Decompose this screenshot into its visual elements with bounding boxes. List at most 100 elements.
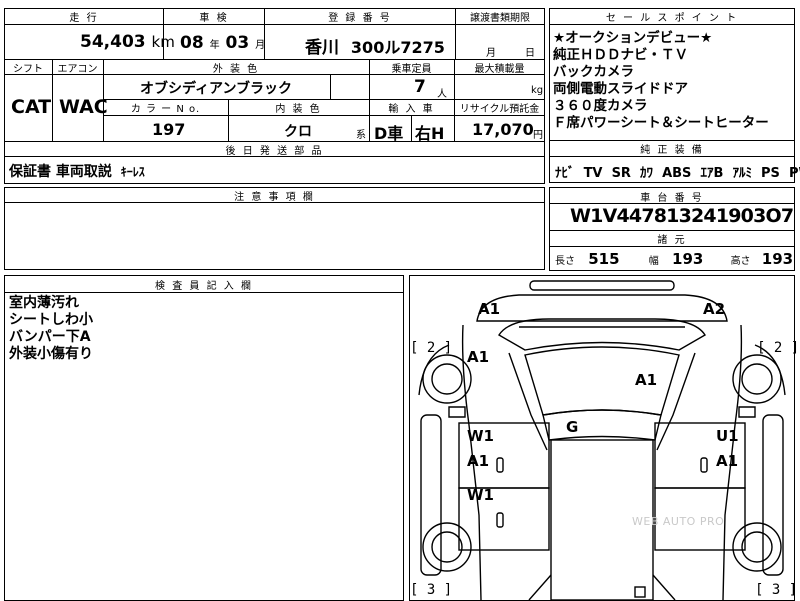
import-label: 輸 入 車 [388, 104, 435, 115]
capacity-unit: 人 [437, 89, 447, 100]
genuine-item: TV [583, 166, 603, 181]
right-mirror [738, 406, 756, 418]
aircon-value: WAC [59, 96, 108, 118]
specs-line [411, 115, 412, 142]
sales-point-list: ★オークションデビュー★ 純正ＨＤＤナビ・ＴＶ バックカメラ 両側電動スライドド… [553, 30, 769, 132]
specs-line [103, 115, 545, 116]
right-a-pillar [656, 352, 696, 451]
damage-front-right: A2 [703, 300, 726, 318]
left-rear-rim [431, 531, 463, 563]
inspection-year: 08 [180, 33, 204, 53]
roof-front [542, 409, 662, 441]
genuine-item: ｱﾙﾐ [732, 166, 752, 181]
rear-light [634, 586, 646, 598]
damage-roof: G [566, 418, 579, 436]
sales-point-label: セ ー ル ス ポ イ ン ト [605, 13, 739, 24]
inspector-note: シートしわ小 [9, 312, 93, 328]
inspector-notes: 室内薄汚れ シートしわ小 バンパー下A 外装小傷有り [9, 295, 93, 363]
chassis-number: W1V447813241903O7 [570, 205, 794, 227]
hood [498, 318, 706, 351]
front-bumper [476, 294, 728, 322]
chassis-divider [549, 246, 795, 247]
genuine-item: ｶﾜ [640, 166, 653, 181]
recycle-fee-value: 17,070 [472, 120, 534, 139]
sales-point-item: Ｆ席パワーシート＆シートヒーター [553, 115, 769, 131]
recycle-label: リサイクル預託金 [459, 104, 540, 115]
front-bumper-bar [529, 280, 675, 291]
max-load-label: 最大積載量 [474, 64, 525, 75]
left-rear-handle [496, 512, 504, 528]
registration-region: 香川 [305, 38, 339, 58]
sales-point-divider [549, 24, 795, 25]
damage-left-front-door-2: A1 [467, 452, 490, 470]
height-label: 高さ [730, 256, 751, 267]
damage-hood-left: A1 [467, 348, 490, 366]
left-front-rim [431, 363, 463, 395]
transfer-label: 譲渡書類期限 [470, 13, 530, 24]
inspector-note: 室内薄汚れ [9, 295, 79, 311]
inspector-divider [4, 292, 404, 293]
genuine-item: ABS [662, 166, 692, 181]
right-front-rim [741, 363, 773, 395]
inspector-note: バンパー下A [9, 329, 91, 345]
interior-color-label: 内 装 色 [275, 104, 322, 115]
inspection-year-unit: 年 [209, 40, 220, 51]
inspection-value: 08 年 03 月 [180, 33, 265, 53]
genuine-items: ﾅﾋﾞ TV SR ｶﾜ ABS ｴｱB ｱﾙﾐ PS PW [555, 162, 800, 181]
sales-point-item: 両側電動スライドドア [553, 81, 688, 97]
interior-color-value: クロ [284, 124, 312, 140]
aircon-label: エアコン [57, 64, 98, 75]
length-value: 515 [588, 250, 620, 268]
shift-label: シフト [13, 64, 43, 75]
left-a-pillar [508, 352, 548, 451]
notes-label: 注 意 事 項 欄 [234, 192, 315, 203]
width-value: 193 [672, 250, 704, 268]
inspector-label: 検 査 員 記 入 欄 [155, 281, 253, 292]
sales-point-item: バックカメラ [553, 64, 634, 80]
dimensions-label: 諸 元 [657, 235, 687, 246]
bracket-right-bottom: [ 3 ] [755, 582, 798, 598]
height-value: 193 [761, 250, 794, 268]
shift-value: CAT [11, 96, 52, 118]
damage-windshield: A1 [635, 371, 658, 389]
exterior-color-value: オブシディアンブラック [140, 81, 293, 97]
genuine-divider [549, 156, 795, 157]
registration-number: 300ル7275 [350, 38, 445, 57]
mileage-value: 54,403 km [80, 32, 175, 52]
color-no-value: 197 [152, 120, 186, 139]
transfer-month-unit: 月 [486, 48, 496, 59]
bracket-left-bottom: [ 3 ] [410, 582, 453, 598]
length-label: 長さ [555, 256, 575, 267]
sales-point-item: ★オークションデビュー★ [553, 30, 713, 46]
delivery-items: 保証書 車両取説 ｷｰﾚｽ [9, 161, 145, 181]
sales-point-item: 純正ＨＤＤナビ・ＴＶ [553, 47, 688, 63]
registration-value: 香川 300ル7275 [305, 33, 445, 58]
right-front-handle [700, 457, 708, 473]
bracket-left-top: [ 2 ] [410, 340, 453, 356]
damage-left-front-door-1: W1 [467, 427, 494, 445]
left-front-handle [496, 457, 504, 473]
interior-color-suffix: 系 [356, 130, 366, 141]
width-label: 幅 [648, 256, 659, 267]
inspector-note: 外装小傷有り [9, 346, 93, 362]
recycle-unit: 円 [533, 130, 543, 141]
capacity-value: 7 [414, 77, 426, 97]
delivery-keyless: ｷｰﾚｽ [120, 165, 145, 179]
right-rear-wheel [732, 522, 782, 572]
genuine-item: SR [611, 166, 631, 181]
capacity-label: 乗車定員 [391, 64, 432, 75]
transfer-day-unit: 日 [525, 48, 535, 59]
damage-right-front-door-2: A1 [716, 452, 739, 470]
registration-label: 登 録 番 号 [328, 13, 392, 24]
exterior-color-label: 外 装 色 [212, 64, 260, 75]
color-no-label: カ ラ ー N o. [130, 104, 201, 115]
watermark: WEB AUTO PRO [632, 515, 725, 528]
inspection-label: 車 検 [199, 13, 229, 24]
left-mirror [448, 406, 466, 418]
mileage-label: 走 行 [69, 13, 99, 24]
delivery-items-text: 保証書 車両取説 [9, 164, 112, 180]
damage-left-rear-door: W1 [467, 486, 494, 504]
genuine-item: PS [761, 166, 780, 181]
sales-point-item: ３６０度カメラ [553, 98, 648, 114]
damage-front-left: A1 [478, 300, 501, 318]
